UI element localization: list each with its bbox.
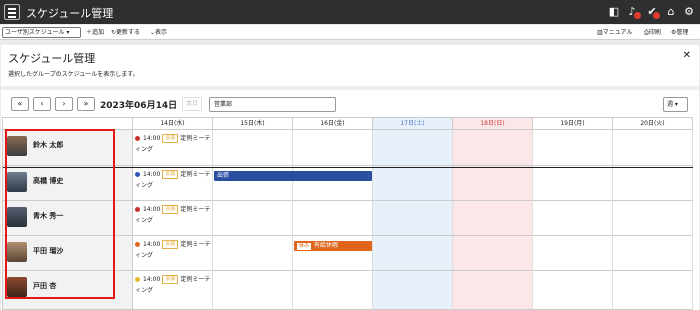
day-cell[interactable]: 14:00 会議 定例ミーティング [133,201,213,236]
event-time: 14:00 [143,241,161,248]
day-cell[interactable] [213,271,293,310]
event-bar-paid-leave[interactable]: 休み 有給休暇 [294,241,372,251]
today-button[interactable]: 本日 [182,97,202,111]
app-header: スケジュール管理 ◧ ♪ ✔ ⌂ ⚙ [0,0,700,24]
event-dot [135,207,140,212]
next-week-button[interactable]: » [77,97,95,111]
day-cell[interactable] [613,130,693,166]
leave-label: 有給休暇 [314,242,339,249]
day-cell[interactable] [453,236,533,271]
manual-link[interactable]: ▥マニュアル [597,28,633,37]
day-cell[interactable] [373,271,453,310]
event-item[interactable]: 14:00 会議 定例ミーティング [135,239,211,261]
display-button[interactable]: ⌄表示 [150,28,167,37]
event-item[interactable]: 14:00 会議 定例ミーティング [135,169,211,191]
schedule-view-select[interactable]: ユーザ別スケジュール ▾ [2,27,81,38]
toolbar: ユーザ別スケジュール ▾ ＋追加 ↻更新する ⌄表示 ▥マニュアル ⎙印刷 ⚙管… [0,25,700,40]
day-header[interactable]: 16日(金) [293,117,373,130]
event-dot [135,172,140,177]
next-day-button[interactable]: › [55,97,73,111]
event-bar-business-trip[interactable]: 出張 [214,171,372,181]
day-cell[interactable] [533,236,613,271]
day-cell[interactable]: 14:00 会議 定例ミーティング [133,166,213,201]
event-dot [135,277,140,282]
event-time: 14:00 [143,276,161,283]
day-cell[interactable] [613,201,693,236]
event-category-tag: 会議 [162,240,179,249]
day-header[interactable]: 19日(月) [533,117,613,130]
day-cell[interactable] [213,236,293,271]
event-item[interactable]: 14:00 会議 定例ミーティング [135,133,211,155]
admin-link[interactable]: ⚙管理 [671,28,688,37]
day-cell[interactable] [373,236,453,271]
day-cell[interactable] [213,201,293,236]
event-category-tag: 会議 [162,170,179,179]
day-header[interactable]: 18日(日) [453,117,533,130]
event-time: 14:00 [143,135,161,142]
day-cell[interactable] [373,201,453,236]
day-cell[interactable] [373,130,453,166]
current-date: 2023年06月14日 [100,101,178,111]
prev-week-button[interactable]: « [11,97,29,111]
page-description: 選択したグループのスケジュールを表示します。 [8,71,139,78]
day-cell[interactable] [613,166,693,201]
day-cell[interactable] [453,130,533,166]
app-title: スケジュール管理 [26,7,114,20]
day-cell[interactable]: 14:00 会議 定例ミーティング [133,236,213,271]
event-time: 14:00 [143,206,161,213]
menu-icon[interactable] [4,4,20,20]
day-cell[interactable] [373,166,453,201]
day-cell[interactable] [533,166,613,201]
event-dot [135,136,140,141]
prev-day-button[interactable]: ‹ [33,97,51,111]
day-cell[interactable] [613,271,693,310]
book-icon[interactable]: ◧ [607,5,621,19]
day-cell[interactable]: 14:00 会議 定例ミーティング [133,271,213,310]
highlight-box [5,129,115,299]
page-header-panel: スケジュール管理 選択したグループのスケジュールを表示します。 ✕ [1,45,699,86]
day-cell[interactable] [293,201,373,236]
home-icon[interactable]: ⌂ [664,5,678,19]
event-category-tag: 会議 [162,134,179,143]
print-link[interactable]: ⎙印刷 [644,28,661,37]
day-cell[interactable] [293,271,373,310]
gear-icon[interactable]: ⚙ [682,5,696,19]
add-button[interactable]: ＋追加 [86,28,104,37]
event-item[interactable]: 14:00 会議 定例ミーティング [135,274,211,296]
day-header[interactable]: 17日(土) [373,117,453,130]
refresh-button[interactable]: ↻更新する [111,28,140,37]
day-header[interactable]: 20日(火) [613,117,693,130]
day-header[interactable]: 14日(水) [133,117,213,130]
day-cell[interactable] [533,201,613,236]
notification-badge [634,12,641,19]
event-dot [135,242,140,247]
day-cell[interactable] [453,201,533,236]
group-select[interactable]: 営業部 [209,97,336,112]
day-cell[interactable] [293,130,373,166]
day-cell[interactable]: 14:00 会議 定例ミーティング [133,130,213,166]
day-cell[interactable] [453,271,533,310]
day-cell[interactable] [613,236,693,271]
day-cell[interactable] [213,130,293,166]
event-category-tag: 会議 [162,205,179,214]
close-icon[interactable]: ✕ [683,50,691,61]
check-badge [653,12,660,19]
leave-tag: 休み [297,243,312,250]
event-time: 14:00 [143,171,161,178]
page-title: スケジュール管理 [8,52,96,65]
event-category-tag: 会議 [162,275,179,284]
event-item[interactable]: 14:00 会議 定例ミーティング [135,204,211,226]
day-header[interactable]: 15日(木) [213,117,293,130]
period-select[interactable]: 週 ▾ [663,97,688,112]
day-cell[interactable] [533,130,613,166]
day-cell[interactable] [533,271,613,310]
day-cell[interactable] [453,166,533,201]
